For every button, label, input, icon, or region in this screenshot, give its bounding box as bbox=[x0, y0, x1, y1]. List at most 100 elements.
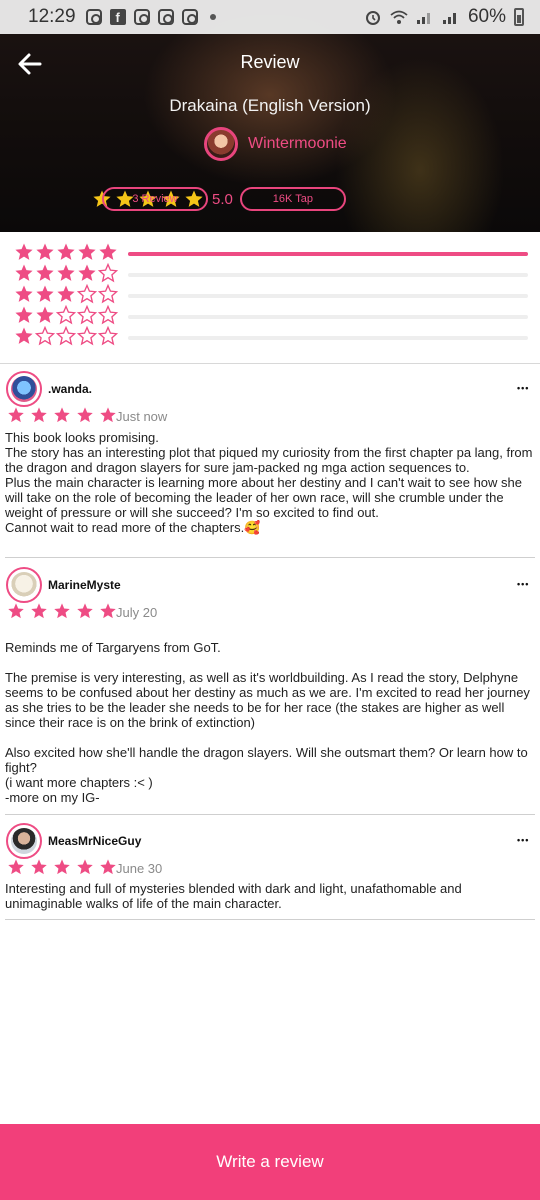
instagram-icon bbox=[85, 9, 102, 25]
star-outline-icon bbox=[56, 305, 76, 325]
star-icon bbox=[100, 407, 116, 423]
reviewer-avatar[interactable] bbox=[6, 371, 42, 407]
star-icon bbox=[15, 264, 33, 281]
status-time: 12:29 bbox=[28, 6, 76, 27]
review-stars bbox=[7, 858, 117, 876]
star-outline-icon bbox=[77, 305, 97, 325]
distribution-stars bbox=[14, 263, 118, 283]
star-outline-icon bbox=[56, 326, 76, 346]
star-icon bbox=[36, 285, 54, 302]
star-icon bbox=[15, 285, 33, 302]
distribution-bar-track bbox=[128, 294, 528, 298]
star-icon bbox=[57, 285, 75, 302]
status-bar: 12:29 60% bbox=[0, 0, 540, 34]
signal-icon bbox=[416, 13, 430, 24]
star-icon bbox=[15, 243, 33, 260]
battery-icon bbox=[514, 8, 524, 26]
instagram-icon bbox=[157, 9, 174, 25]
facebook-icon bbox=[109, 9, 126, 25]
alarm-icon bbox=[365, 11, 380, 25]
divider bbox=[5, 814, 535, 815]
distribution-row-1-stars bbox=[0, 324, 540, 346]
author-link[interactable]: Wintermoonie bbox=[204, 127, 347, 161]
review-text: Interesting and full of mysteries blende… bbox=[5, 881, 462, 911]
star-icon bbox=[8, 859, 24, 875]
reviewer-avatar[interactable] bbox=[6, 823, 42, 859]
rating-summary: 5.0 3 Review 16K Tap bbox=[92, 187, 346, 211]
star-outline-icon bbox=[77, 284, 97, 304]
distribution-bar-fill bbox=[128, 252, 528, 256]
review-text: Reminds me of Targaryens from GoT. The p… bbox=[5, 640, 530, 805]
divider bbox=[0, 363, 540, 364]
book-title: Drakaina (English Version) bbox=[169, 96, 371, 115]
distribution-bar-track bbox=[128, 252, 528, 256]
divider bbox=[5, 919, 535, 920]
review-date: July 20 bbox=[116, 605, 158, 620]
star-icon bbox=[15, 327, 33, 344]
star-icon bbox=[77, 603, 93, 619]
star-outline-icon bbox=[98, 284, 118, 304]
review-text: This book looks promising. The story has… bbox=[5, 430, 533, 535]
star-icon bbox=[77, 859, 93, 875]
star-icon bbox=[54, 407, 70, 423]
instagram-icon bbox=[181, 9, 198, 25]
star-icon bbox=[78, 264, 96, 281]
review-date: June 30 bbox=[116, 861, 163, 876]
star-icon bbox=[100, 603, 116, 619]
star-icon bbox=[78, 243, 96, 260]
review-stars bbox=[7, 602, 117, 620]
reviewer-avatar[interactable] bbox=[6, 567, 42, 603]
more-dots-icon[interactable]: ••• bbox=[517, 835, 529, 845]
distribution-stars bbox=[14, 305, 118, 325]
star-icon bbox=[54, 859, 70, 875]
page-title: Review bbox=[240, 52, 300, 72]
avatar-image bbox=[11, 828, 37, 854]
star-icon bbox=[36, 264, 54, 281]
header-banner: 12:29 60% Review Drakaina (English Versi… bbox=[0, 0, 540, 232]
write-review-button[interactable]: Write a review bbox=[0, 1124, 540, 1200]
battery-level: 60% bbox=[467, 6, 506, 27]
instagram-icon bbox=[133, 9, 150, 25]
star-icon bbox=[54, 603, 70, 619]
distribution-row-5-stars bbox=[0, 240, 540, 262]
distribution-stars bbox=[14, 242, 118, 262]
star-icon bbox=[31, 603, 47, 619]
star-icon bbox=[36, 306, 54, 323]
more-dots-icon[interactable]: ••• bbox=[517, 383, 529, 393]
more-dots-icon[interactable]: ••• bbox=[517, 579, 529, 589]
review-count-button[interactable]: 3 Review bbox=[102, 187, 208, 211]
reviewer-name[interactable]: MarineMyste bbox=[48, 578, 121, 592]
distribution-stars bbox=[14, 326, 118, 346]
star-icon bbox=[57, 264, 75, 281]
author-name: Wintermoonie bbox=[248, 135, 347, 152]
star-icon bbox=[8, 407, 24, 423]
star-outline-icon bbox=[98, 263, 118, 283]
distribution-bar-track bbox=[128, 273, 528, 277]
star-outline-icon bbox=[98, 305, 118, 325]
star-outline-icon bbox=[35, 326, 55, 346]
distribution-row-4-stars bbox=[0, 261, 540, 283]
reviewer-name[interactable]: .wanda. bbox=[48, 382, 92, 396]
rating-score: 5.0 bbox=[212, 190, 233, 208]
avatar-image bbox=[11, 572, 37, 598]
star-icon bbox=[15, 306, 33, 323]
star-icon bbox=[31, 407, 47, 423]
review-stars bbox=[7, 406, 117, 424]
distribution-stars bbox=[14, 284, 118, 304]
author-avatar bbox=[204, 127, 238, 161]
star-outline-icon bbox=[98, 326, 118, 346]
notification-dot-icon bbox=[209, 14, 216, 20]
star-icon bbox=[77, 407, 93, 423]
distribution-bar-track bbox=[128, 336, 528, 340]
divider bbox=[5, 557, 535, 558]
wifi-icon bbox=[390, 10, 408, 24]
tap-count-button[interactable]: 16K Tap bbox=[239, 187, 346, 211]
star-icon bbox=[99, 243, 117, 260]
star-icon bbox=[36, 243, 54, 260]
star-icon bbox=[57, 243, 75, 260]
signal-icon bbox=[442, 13, 456, 24]
star-outline-icon bbox=[77, 326, 97, 346]
reviewer-name[interactable]: MeasMrNiceGuy bbox=[48, 834, 141, 848]
star-icon bbox=[31, 859, 47, 875]
star-icon bbox=[100, 859, 116, 875]
